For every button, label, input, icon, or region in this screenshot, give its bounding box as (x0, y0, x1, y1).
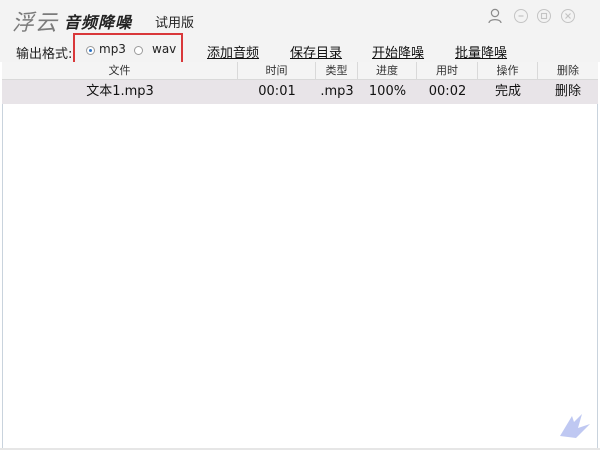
cell-delete[interactable]: 删除 (538, 80, 598, 104)
file-table (2, 62, 598, 448)
format-radio-mp3-label[interactable]: mp3 (99, 42, 126, 56)
column-header-file[interactable]: 文件 (2, 62, 238, 79)
user-icon[interactable] (487, 8, 503, 24)
table-header: 文件 时间 类型 进度 用时 操作 删除 (2, 62, 598, 80)
watermark-icon (560, 414, 590, 438)
column-header-progress[interactable]: 进度 (358, 62, 417, 79)
format-radio-mp3[interactable] (86, 46, 95, 55)
cell-type: .mp3 (320, 84, 354, 99)
column-header-type[interactable]: 类型 (316, 62, 358, 79)
save-directory-button[interactable]: 保存目录 (290, 42, 342, 61)
start-denoise-button[interactable]: 开始降噪 (372, 42, 424, 61)
column-header-delete[interactable]: 删除 (538, 62, 598, 79)
app-window: 浮云 音频降噪 试用版 输出格式: mp3 wav 添加音频 保存目录 开始降噪… (0, 0, 600, 450)
format-radio-wav-label[interactable]: wav (152, 42, 176, 56)
output-format-label: 输出格式: (16, 47, 73, 62)
app-title: 音频降噪 (64, 13, 133, 32)
cell-elapsed: 00:02 (428, 84, 467, 99)
cell-file: 文本1.mp3 (86, 84, 154, 99)
maximize-button[interactable] (537, 9, 551, 23)
cell-action[interactable]: 完成 (478, 80, 538, 104)
brand-logo: 浮云 (12, 11, 59, 36)
minimize-button[interactable] (514, 9, 528, 23)
format-radio-wav[interactable] (134, 46, 143, 55)
batch-denoise-button[interactable]: 批量降噪 (455, 42, 507, 61)
add-audio-button[interactable]: 添加音频 (207, 42, 259, 61)
column-header-action[interactable]: 操作 (478, 62, 538, 79)
column-header-time[interactable]: 时间 (238, 62, 316, 79)
column-header-elapsed[interactable]: 用时 (417, 62, 478, 79)
cell-progress: 100% (368, 84, 407, 99)
cell-time: 00:01 (258, 84, 296, 99)
table-row[interactable]: 文本1.mp3 00:01 .mp3 100% 00:02 完成 删除 (2, 80, 598, 104)
edition-label: 试用版 (155, 16, 195, 31)
close-button[interactable] (561, 9, 575, 23)
